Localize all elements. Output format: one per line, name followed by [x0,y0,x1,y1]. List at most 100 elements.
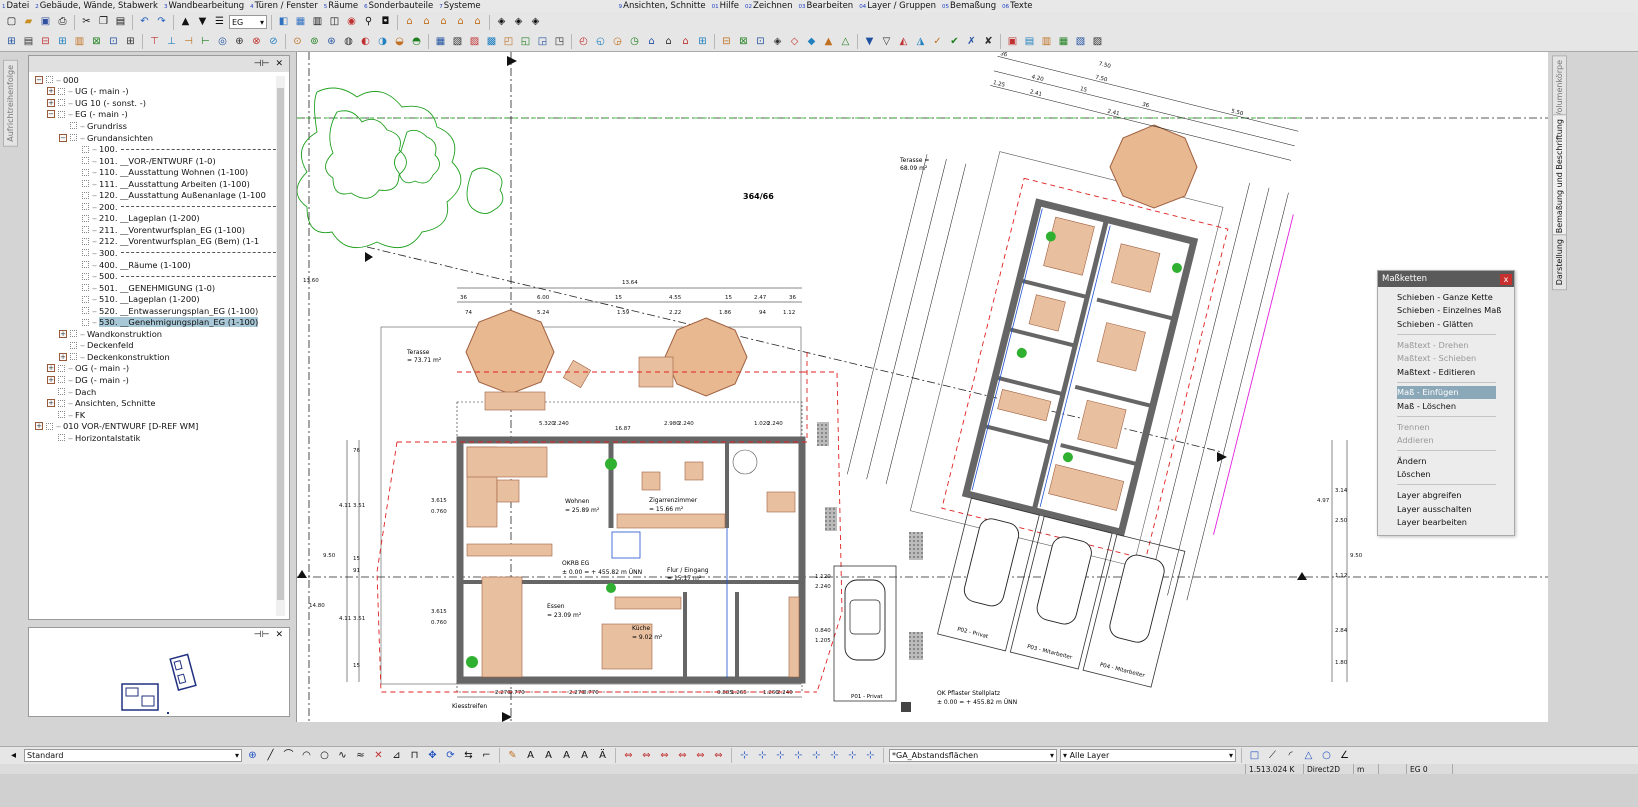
expand-icon[interactable]: + [47,399,55,408]
menu-item-6[interactable]: 7 Systeme [437,1,484,11]
view-section-icon[interactable]: ▥ [310,15,325,30]
tab-aufrichtreihenfolge[interactable]: Aufrichtreihenfolge [3,60,18,147]
tree-item[interactable]: -- 200. [35,201,281,213]
tool-55-icon[interactable]: ✘ [981,34,996,49]
menu-item-12[interactable]: 05 Bemaßung [940,1,1000,11]
render-icon[interactable]: ◉ [344,15,359,30]
tool-25-icon[interactable]: ▧ [450,34,465,49]
snap-4-icon[interactable]: ⊹ [791,748,806,763]
visibility-checkbox[interactable] [58,376,65,384]
fillet-icon[interactable]: ◜ [1283,748,1298,763]
expand-icon[interactable]: + [47,87,55,96]
copy-icon[interactable]: ❐ [96,15,111,30]
tool-53-icon[interactable]: ✔ [947,34,962,49]
floor-plan-drawing[interactable]: 364/66 Terasse = 73.71 m² Wohnen = 25.89… [297,52,1548,722]
tree-item[interactable]: − -- EG (- main -) [35,109,281,121]
context-menu-item[interactable]: Schieben - Ganze Kette [1378,290,1514,304]
tool-9-icon[interactable]: ⊥ [164,34,179,49]
roof-3-icon[interactable]: ⌂ [436,15,451,30]
arc-icon[interactable]: ◠ [299,748,314,763]
pin-icon[interactable]: ⊣⊢ [254,59,270,69]
tree-item[interactable]: − -- 000 [35,74,281,86]
tool-49-icon[interactable]: ▽ [879,34,894,49]
floor-select[interactable]: EG ▾ [229,15,267,29]
tool-57-icon[interactable]: ▤ [1022,34,1037,49]
overview-close-icon[interactable]: ✕ [275,630,283,640]
tree-item[interactable]: + -- UG 10 (- sonst. -) [35,97,281,109]
snap-1-icon[interactable]: ⊹ [737,748,752,763]
context-menu-item[interactable]: Maßtext - Editieren [1378,365,1514,379]
tool-14-icon[interactable]: ⊗ [249,34,264,49]
context-menu-close-button[interactable]: x [1500,273,1512,285]
tool-43-icon[interactable]: ◈ [770,34,785,49]
snap-point-icon[interactable]: ⊕ [245,748,260,763]
circle-2-icon[interactable]: ○ [1319,748,1334,763]
pointer-icon[interactable]: ◂ [6,748,21,763]
paste-icon[interactable]: ▤ [113,15,128,30]
tool-15-icon[interactable]: ⊘ [266,34,281,49]
text-a-icon[interactable]: A [523,748,538,763]
tree-item[interactable]: -- 500. [35,270,281,282]
tool-47-icon[interactable]: △ [838,34,853,49]
tree-item[interactable]: + -- Deckenkonstruktion [35,351,281,363]
visibility-checkbox[interactable] [70,341,77,349]
tree-item[interactable]: + -- OG (- main -) [35,363,281,375]
tree-item[interactable]: -- 211. __Vorentwurfsplan_EG (1-100) [35,224,281,236]
tool-19-icon[interactable]: ◍ [341,34,356,49]
cut-icon[interactable]: ✂ [79,15,94,30]
tab-darstellung[interactable]: Darstellung [1552,234,1567,291]
undo-icon[interactable]: ↶ [137,15,152,30]
tool-12-icon[interactable]: ◎ [215,34,230,49]
menu-item-7[interactable]: 9 Ansichten, Schnitte [617,1,710,11]
tool-13-icon[interactable]: ⊕ [232,34,247,49]
tool-45-icon[interactable]: ◆ [804,34,819,49]
tool-20-icon[interactable]: ◐ [358,34,373,49]
angle-icon[interactable]: ∠ [1337,748,1352,763]
view-split-icon[interactable]: ◫ [327,15,342,30]
tool-5-icon[interactable]: ⊠ [89,34,104,49]
menu-item-13[interactable]: 06 Texte [1000,1,1036,11]
tool-31-icon[interactable]: ◳ [552,34,567,49]
overview-map[interactable] [29,642,289,716]
expand-icon[interactable]: + [47,364,55,373]
context-menu-item[interactable]: Schieben - Glätten [1378,317,1514,331]
visibility-checkbox[interactable] [82,168,89,176]
visibility-checkbox[interactable] [70,353,77,361]
visibility-checkbox[interactable] [82,272,89,280]
tool-0-icon[interactable]: ⊞ [4,34,19,49]
cross-icon[interactable]: ✕ [371,748,386,763]
layer-3-icon[interactable]: ◈ [528,15,543,30]
menu-item-1[interactable]: 2 Gebäude, Wände, Stabwerk [33,1,162,11]
visibility-checkbox[interactable] [82,191,89,199]
tool-58-icon[interactable]: ▥ [1039,34,1054,49]
tool-24-icon[interactable]: ▦ [433,34,448,49]
tool-4-icon[interactable]: ▥ [72,34,87,49]
circle-icon[interactable]: ○ [317,748,332,763]
visibility-checkbox[interactable] [58,364,65,372]
drawing-canvas[interactable]: 364/66 Terasse = 73.71 m² Wohnen = 25.89… [296,52,1548,722]
collapse-icon[interactable]: − [47,110,55,119]
snap-8-icon[interactable]: ⊹ [863,748,878,763]
tool-32-icon[interactable]: ◴ [576,34,591,49]
tool-46-icon[interactable]: ▲ [821,34,836,49]
text-a3-icon[interactable]: A [559,748,574,763]
tab-bemassung[interactable]: Bemaßung und Beschriftung [1552,114,1567,239]
context-menu-item[interactable]: Layer bearbeiten [1378,515,1514,529]
tool-30-icon[interactable]: ◲ [535,34,550,49]
visibility-checkbox[interactable] [82,295,89,303]
dim-6-icon[interactable]: ⇔ [711,748,726,763]
visibility-checkbox[interactable] [70,122,77,130]
floor-down-icon[interactable]: ▼ [195,15,210,30]
tool-56-icon[interactable]: ▣ [1005,34,1020,49]
triangle-icon[interactable]: △ [1301,748,1316,763]
close-panel-icon[interactable]: ✕ [275,59,283,69]
layer-icon[interactable]: ◈ [494,15,509,30]
text-a4-icon[interactable]: A [577,748,592,763]
tool-33-icon[interactable]: ◵ [593,34,608,49]
diag-icon[interactable]: ⟋ [1265,748,1280,763]
tool-6-icon[interactable]: ⊡ [106,34,121,49]
save-icon[interactable]: ▣ [38,15,53,30]
bracket-icon[interactable]: ⊓ [407,748,422,763]
tool-61-icon[interactable]: ▨ [1090,34,1105,49]
context-menu-item[interactable]: Maß - Löschen [1378,399,1514,413]
